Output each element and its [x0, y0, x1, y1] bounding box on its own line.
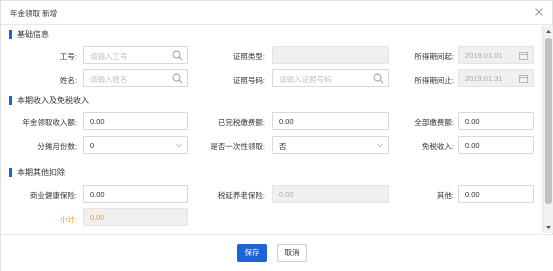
period-end-label: 所得期间止:: [414, 76, 454, 85]
health-insurance-label: 商业健康保险:: [29, 191, 77, 200]
tax-paid-contrib-label: 已完税缴费额:: [217, 118, 265, 127]
tax-free-income-value: 0.00: [465, 141, 480, 150]
dialog-titlebar: 年金领取 新增: [1, 1, 553, 25]
tax-paid-contrib-value: 0.00: [279, 117, 294, 126]
search-icon[interactable]: [172, 73, 183, 84]
annuity-dialog: 年金领取 新增 基础信息 工号: 请输入工号 证照类型: 所得期间起: 2019…: [0, 0, 553, 271]
subtotal-label: 小计:: [59, 215, 77, 224]
employee-no-label: 工号:: [59, 52, 77, 61]
health-insurance-input[interactable]: 0.00: [83, 185, 188, 203]
section-next-marker: [9, 232, 29, 233]
period-start-label: 所得期间起:: [414, 52, 454, 61]
section-income: 本期收入及免税收入: [9, 95, 169, 107]
employee-no-placeholder: 请输入工号: [90, 52, 128, 61]
section-title-basic: 基础信息: [17, 30, 49, 39]
close-icon[interactable]: [532, 5, 546, 19]
tax-free-income-label: 免税收入:: [421, 142, 454, 151]
installments-value: 0: [90, 141, 95, 150]
scroll-thumb[interactable]: [545, 38, 552, 204]
cert-no-label: 证照号码:: [232, 76, 265, 85]
period-start-field[interactable]: 2019.01.01: [458, 46, 534, 64]
calendar-icon[interactable]: [519, 74, 528, 83]
section-basic-info: 基础信息: [9, 29, 129, 41]
employee-no-input[interactable]: 请输入工号: [83, 46, 188, 64]
section-title-income: 本期收入及免税收入: [17, 96, 89, 105]
chevron-down-icon: [377, 143, 383, 148]
other-deduction-input[interactable]: 0.00: [458, 185, 534, 203]
annuity-income-label: 年金领取收入额:: [22, 118, 77, 127]
name-label: 姓名:: [59, 76, 77, 85]
period-end-value: 2019.01.31: [465, 74, 503, 83]
vertical-scrollbar[interactable]: [542, 26, 553, 233]
dialog-footer: 保存 取消: [1, 234, 553, 271]
installments-select[interactable]: 0: [83, 136, 188, 154]
scroll-down-icon[interactable]: [545, 224, 552, 231]
lump-sum-label: 是否一次性领取:: [210, 142, 265, 151]
period-end-field[interactable]: 2019.01.31: [458, 69, 534, 87]
total-contrib-input[interactable]: 0.00: [458, 112, 534, 130]
dialog-title: 年金领取 新增: [10, 9, 58, 18]
annuity-income-value: 0.00: [90, 117, 105, 126]
section-marker: [9, 30, 12, 39]
lump-sum-select[interactable]: 否: [272, 136, 389, 154]
scroll-up-icon[interactable]: [545, 28, 552, 35]
chevron-down-icon: [176, 143, 182, 148]
cancel-button[interactable]: 取消: [277, 244, 307, 262]
section-title-deduction: 本期其他扣除: [17, 168, 65, 177]
tax-deferred-pension-value: 0.00: [279, 190, 294, 199]
cert-no-input[interactable]: 请输入证照号码: [272, 69, 389, 87]
name-input[interactable]: 请输入姓名: [83, 69, 188, 87]
subtotal-value: 0.00: [90, 213, 105, 222]
section-marker: [9, 168, 12, 177]
health-insurance-value: 0.00: [90, 190, 105, 199]
save-button[interactable]: 保存: [237, 244, 267, 262]
cert-no-placeholder: 请输入证照号码: [279, 75, 332, 84]
cert-type-field: [272, 46, 389, 64]
cert-type-label: 证照类型:: [232, 52, 265, 61]
subtotal-field: 0.00: [83, 208, 188, 226]
installments-label: 分摊月份数:: [37, 142, 77, 151]
tax-free-income-input[interactable]: 0.00: [458, 136, 534, 154]
annuity-income-input[interactable]: 0.00: [83, 112, 188, 130]
tax-deferred-pension-field: 0.00: [272, 185, 389, 203]
section-deduction: 本期其他扣除: [9, 167, 129, 179]
search-icon[interactable]: [373, 73, 384, 84]
other-deduction-value: 0.00: [465, 190, 480, 199]
period-start-value: 2019.01.01: [465, 51, 503, 60]
total-contrib-value: 0.00: [465, 117, 480, 126]
tax-deferred-pension-label: 税延养老保险:: [217, 191, 265, 200]
other-deduction-label: 其他:: [436, 191, 454, 200]
lump-sum-value: 否: [279, 142, 287, 151]
search-icon[interactable]: [172, 50, 183, 61]
dialog-body: 基础信息 工号: 请输入工号 证照类型: 所得期间起: 2019.01.01 姓…: [1, 26, 542, 233]
total-contrib-label: 全部缴费额:: [414, 118, 454, 127]
calendar-icon[interactable]: [519, 51, 528, 60]
name-placeholder: 请输入姓名: [90, 75, 128, 84]
section-marker: [9, 96, 12, 105]
tax-paid-contrib-input[interactable]: 0.00: [272, 112, 389, 130]
